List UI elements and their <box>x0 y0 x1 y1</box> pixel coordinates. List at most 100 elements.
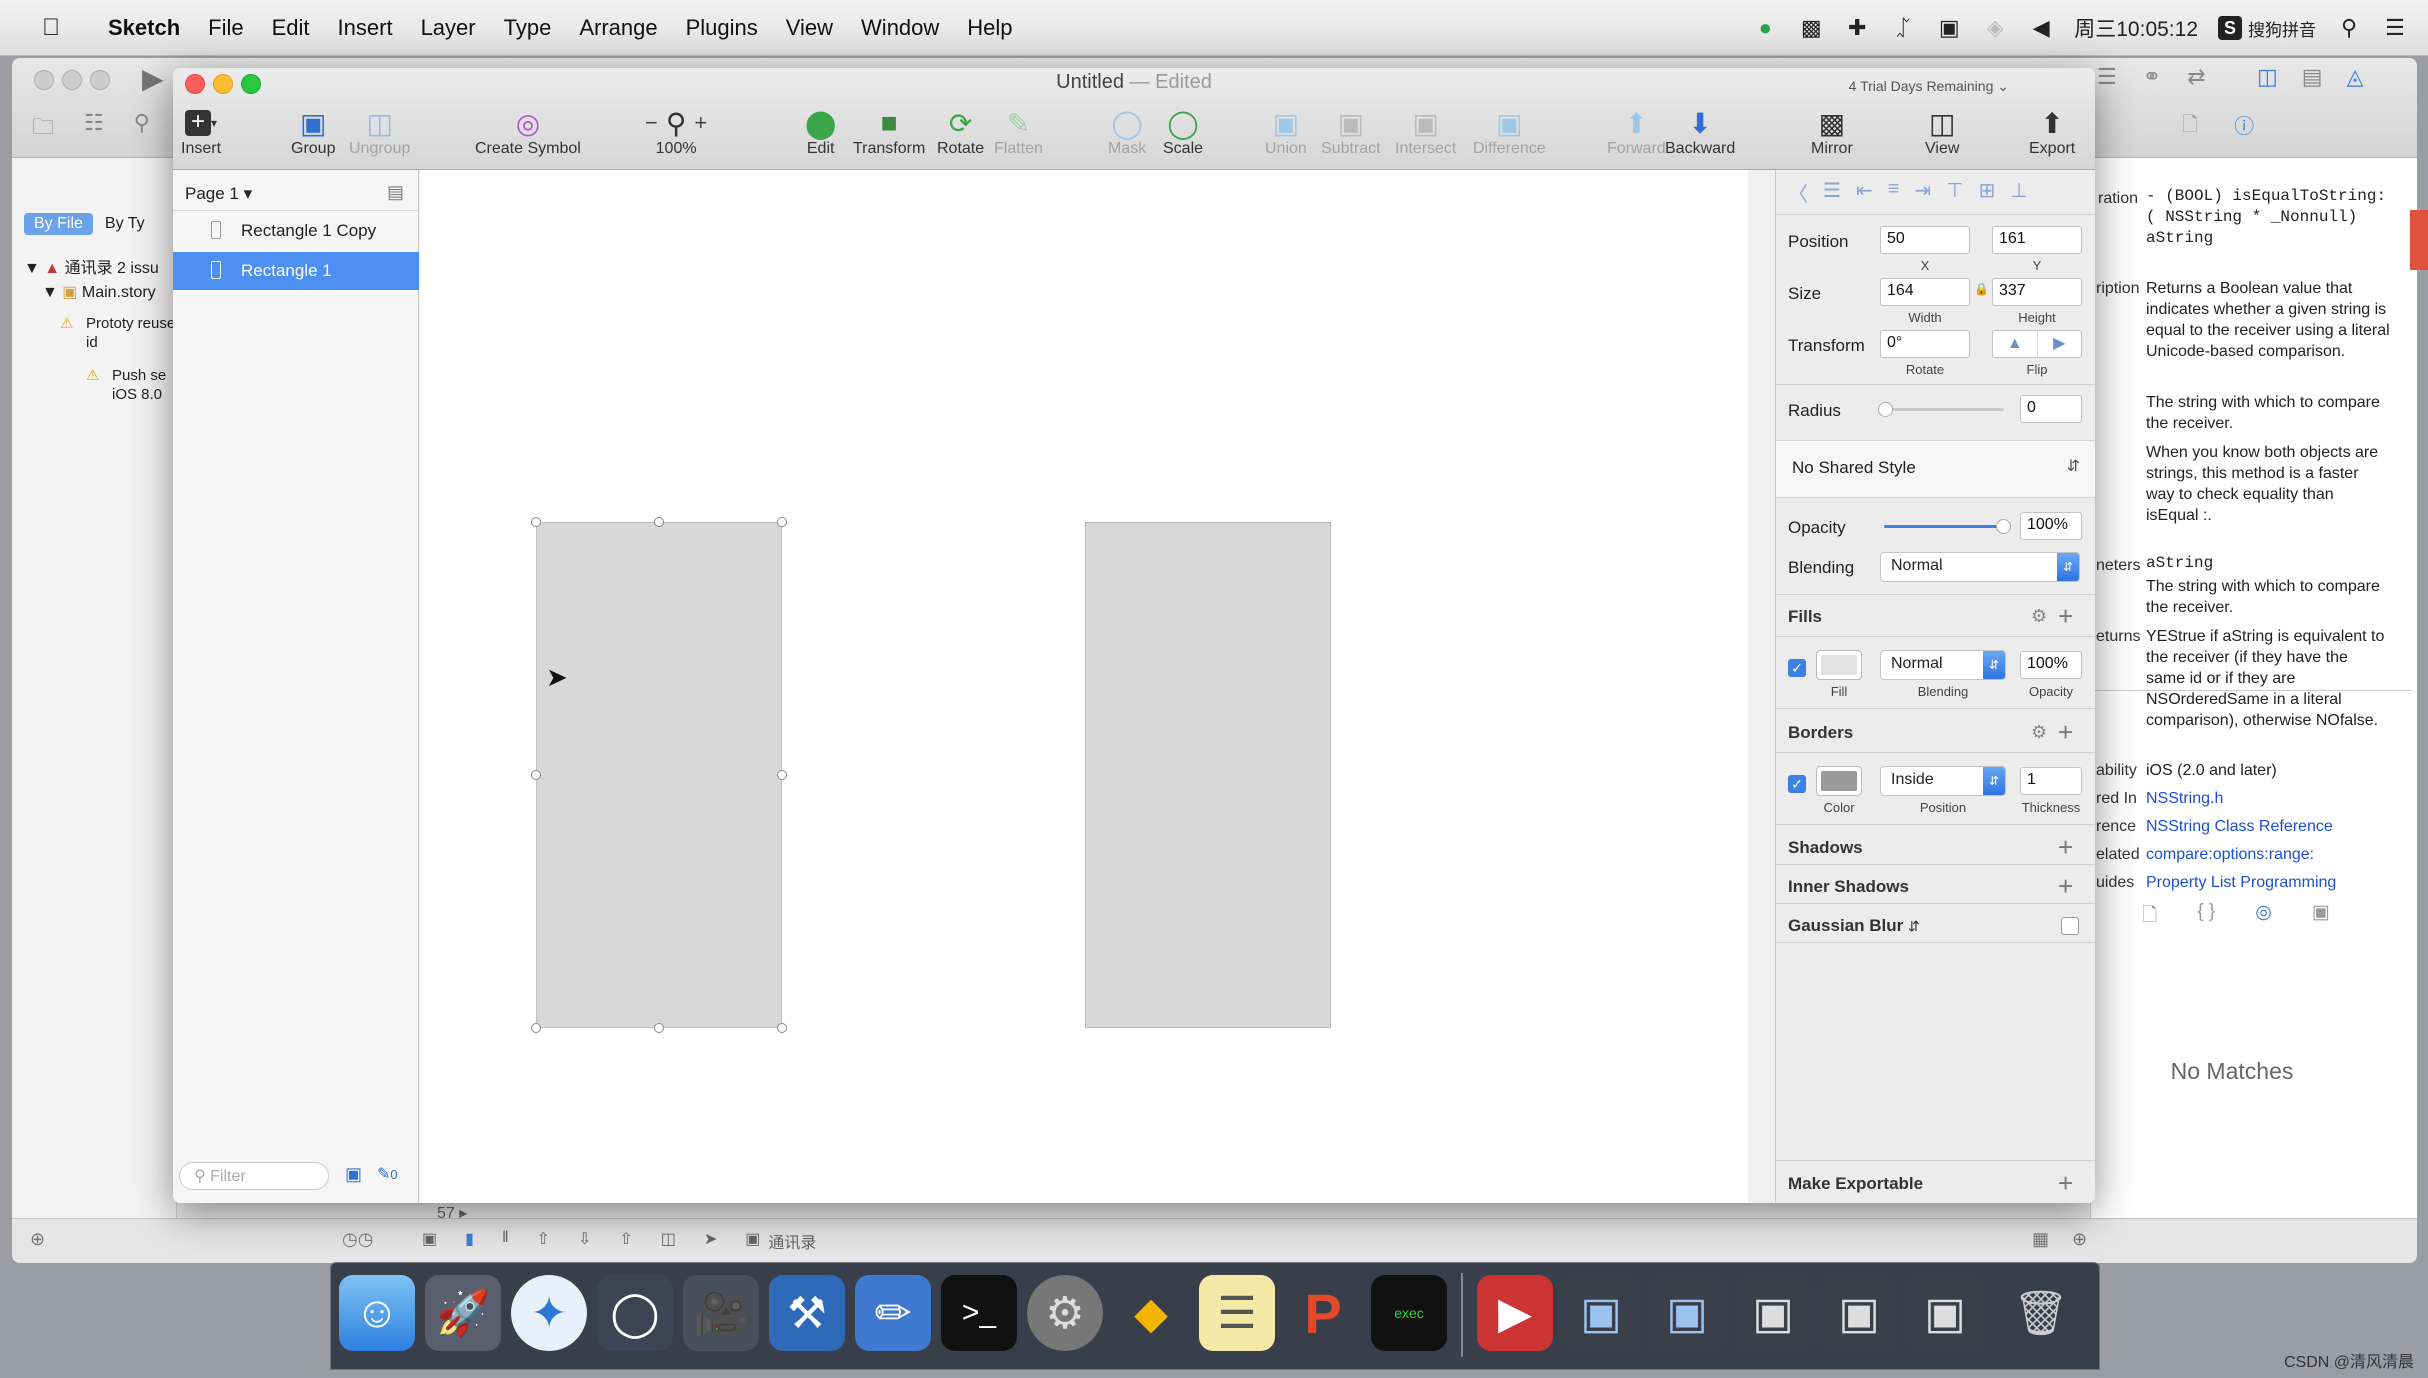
gaussian-blur-checkbox[interactable] <box>2061 917 2079 935</box>
folder-icon[interactable]: 🗀 <box>32 110 54 148</box>
resize-handle[interactable] <box>654 1023 664 1033</box>
union-button[interactable]: ▣ Union <box>1265 106 1307 158</box>
left-panel-icon[interactable]: ◫ <box>2257 64 2278 90</box>
layer-filter-input[interactable]: ⚲ Filter <box>179 1162 329 1190</box>
powerpoint-icon[interactable]: P <box>1285 1275 1361 1351</box>
distribute-h-icon[interactable]: ☰ <box>1823 178 1842 207</box>
safari-icon[interactable]: ✦ <box>511 1275 587 1351</box>
recent-filter-icon[interactable]: ◷◷ <box>342 1229 373 1250</box>
menu-window[interactable]: Window <box>861 15 939 41</box>
system-preferences-icon[interactable]: ⚙ <box>1027 1275 1103 1351</box>
step-in-icon[interactable]: ⇩ <box>578 1229 591 1253</box>
instruments-icon[interactable]: ✏ <box>855 1275 931 1351</box>
subtract-button[interactable]: ▣ Subtract <box>1321 106 1381 158</box>
flatten-button[interactable]: ✎ Flatten <box>994 106 1043 158</box>
radius-slider-knob[interactable] <box>1878 402 1893 417</box>
video-player-icon[interactable]: ▶ <box>1477 1275 1553 1351</box>
view-debug-icon[interactable]: ◫ <box>661 1229 676 1253</box>
opacity-field[interactable]: 100% <box>2020 512 2082 540</box>
zoom-control[interactable]: − ⚲ +100% <box>645 106 707 158</box>
fills-settings-icon[interactable]: ⚙ <box>2031 606 2047 627</box>
add-shadow-button[interactable]: + <box>2058 834 2073 860</box>
exec-icon[interactable]: exec <box>1371 1275 1447 1351</box>
menu-clock[interactable]: 周三10:05:12 <box>2074 13 2198 43</box>
transform-button[interactable]: ■ Transform <box>853 106 925 158</box>
collapse-pages-icon[interactable]: ▤ <box>387 182 404 203</box>
reference-link[interactable]: NSString Class Reference <box>2146 816 2333 837</box>
xcode-close-button[interactable] <box>34 70 54 90</box>
fill-blending-select[interactable]: Normal ⇵ <box>1880 650 2006 680</box>
volume-icon[interactable]: ◀ <box>2028 15 2054 41</box>
media-library-icon[interactable]: ▣ <box>2312 901 2330 933</box>
menu-view[interactable]: View <box>786 15 833 41</box>
menu-app-name[interactable]: Sketch <box>108 15 180 41</box>
breakpoint-icon[interactable]: ▮ <box>465 1229 474 1253</box>
height-field[interactable]: 337 <box>1992 278 2082 306</box>
debug-area-icon[interactable]: ▣ <box>422 1229 437 1253</box>
movie-app-icon[interactable]: 🎥 <box>683 1275 759 1351</box>
fill-color-swatch[interactable] <box>1816 650 1862 680</box>
resize-handle[interactable] <box>654 517 664 527</box>
add-inner-shadow-button[interactable]: + <box>2058 873 2073 899</box>
xcode-minimize-button[interactable] <box>62 70 82 90</box>
apple-menu-icon[interactable]:  <box>42 14 60 42</box>
rectangle-1-copy-shape[interactable] <box>1085 522 1331 1028</box>
move-icon[interactable]: ✚ <box>1844 15 1870 41</box>
border-color-swatch[interactable] <box>1816 766 1862 796</box>
issue-tree-project[interactable]: ▼ ▲ 通讯录 2 issu <box>24 254 159 278</box>
related-link[interactable]: compare:options:range: <box>2146 844 2314 865</box>
hierarchy-icon[interactable]: ☷ <box>84 110 104 148</box>
fill-enabled-checkbox[interactable]: ✓ <box>1788 659 1806 677</box>
border-position-select[interactable]: Inside ⇵ <box>1880 766 2006 796</box>
grid-icon[interactable]: ▦ <box>2032 1229 2049 1250</box>
object-library-icon[interactable]: ◎ <box>2255 901 2272 933</box>
file-inspector-icon[interactable]: 🗋 <box>2182 110 2198 144</box>
forward-button[interactable]: ⬆ Forward <box>1607 106 1666 158</box>
menu-file[interactable]: File <box>208 15 243 41</box>
intersect-button[interactable]: ▣ Intersect <box>1395 106 1456 158</box>
lock-icon[interactable]: ▣ <box>1936 15 1962 41</box>
minimized-window-icon[interactable]: ▣ <box>1563 1275 1639 1351</box>
align-bottom-icon[interactable]: ⊥ <box>2010 178 2028 207</box>
align-center-icon[interactable]: ≡ <box>1888 178 1901 207</box>
add-export-button[interactable]: + <box>2058 1170 2073 1196</box>
code-snippet-icon[interactable]: { } <box>2197 901 2215 933</box>
opacity-slider[interactable] <box>1884 519 2011 534</box>
symbols-filter-icon[interactable]: ▣ <box>345 1164 362 1185</box>
position-y-field[interactable]: 161 <box>1992 226 2082 254</box>
menu-insert[interactable]: Insert <box>338 15 393 41</box>
run-icon[interactable]: ▶ <box>142 62 164 95</box>
by-file-tab[interactable]: By File <box>24 213 93 235</box>
position-x-field[interactable]: 50 <box>1880 226 1970 254</box>
menu-plugins[interactable]: Plugins <box>686 15 758 41</box>
align-left-icon[interactable]: 〈 <box>1788 178 1809 207</box>
menu-edit[interactable]: Edit <box>272 15 310 41</box>
align-middle-icon[interactable]: ⊞ <box>1979 178 1997 207</box>
minimized-window-icon[interactable]: ▣ <box>1821 1275 1897 1351</box>
resize-handle[interactable] <box>777 517 787 527</box>
assistant-editor-icon[interactable]: ⚭ <box>2143 64 2161 90</box>
issue-warning-prototype[interactable]: ⚠ Prototy reuse id <box>60 314 176 352</box>
add-fill-button[interactable]: + <box>2058 603 2073 629</box>
terminal-icon[interactable]: >_ <box>941 1275 1017 1351</box>
layer-row[interactable]: Rectangle 1 Copy <box>173 212 419 250</box>
minimized-window-icon[interactable]: ▣ <box>1649 1275 1725 1351</box>
standard-editor-icon[interactable]: ☰ <box>2097 64 2117 90</box>
finder-icon[interactable]: ☺ <box>339 1275 415 1351</box>
add-filter-icon[interactable]: ⊕ <box>30 1229 45 1250</box>
notes-icon[interactable]: ☰ <box>1199 1275 1275 1351</box>
align-top-icon[interactable]: ⊤ <box>1946 178 1964 207</box>
trial-badge[interactable]: 4 Trial Days Remaining ⌄ <box>1849 78 2009 95</box>
borders-settings-icon[interactable]: ⚙ <box>2031 722 2047 743</box>
flip-horizontal-icon[interactable]: ▲ <box>1993 331 2038 357</box>
align-left-edge-icon[interactable]: ⇤ <box>1856 178 1874 207</box>
page-selector[interactable]: Page 1 ▾ <box>185 184 252 204</box>
issue-tree-storyboard[interactable]: ▼ ▣ Main.story <box>42 282 156 302</box>
slices-filter[interactable]: ✎0 <box>377 1164 398 1184</box>
minimized-window-icon[interactable]: ▣ <box>1735 1275 1811 1351</box>
version-editor-icon[interactable]: ⇄ <box>2187 64 2205 90</box>
opacity-slider-knob[interactable] <box>1996 519 2011 534</box>
menu-arrange[interactable]: Arrange <box>579 15 657 41</box>
lock-ratio-icon[interactable]: 🔒 <box>1974 282 1989 296</box>
step-out-icon[interactable]: ⇧ <box>619 1229 632 1253</box>
